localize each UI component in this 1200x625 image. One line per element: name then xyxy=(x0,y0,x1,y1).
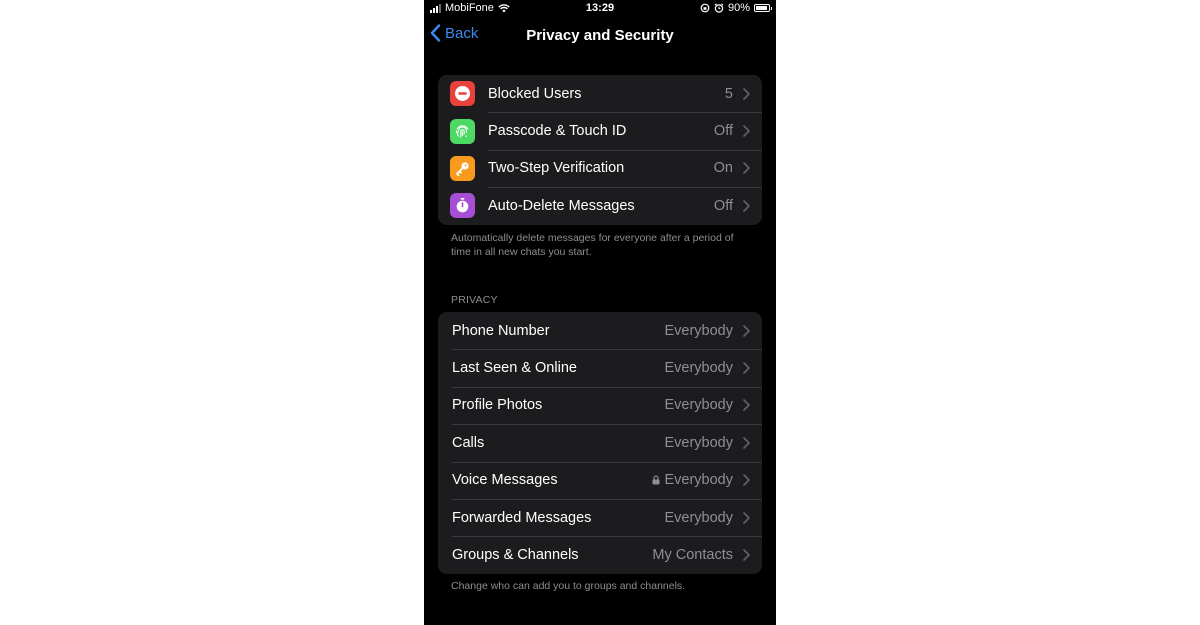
chevron-right-icon xyxy=(743,399,750,412)
row-value: Everybody xyxy=(664,509,733,526)
battery-percent: 90% xyxy=(727,2,750,14)
row-label: Profile Photos xyxy=(452,397,543,414)
chevron-right-icon xyxy=(743,549,750,561)
fingerprint-icon xyxy=(455,125,469,138)
groups-channels-row[interactable]: Groups & Channels My Contacts xyxy=(438,536,762,573)
row-label: Passcode & Touch ID xyxy=(488,123,627,140)
timer-icon xyxy=(456,198,469,213)
row-label: Voice Messages xyxy=(452,472,558,489)
row-value: My Contacts xyxy=(652,547,733,564)
groups-footnote: Change who can add you to groups and cha… xyxy=(451,580,686,592)
row-value: Everybody xyxy=(664,434,733,451)
row-value-locked: Everybody xyxy=(652,462,733,499)
chevron-right-icon xyxy=(743,125,750,137)
phone-screen: MobiFone 13:29 90% Back Privacy and Secu… xyxy=(424,0,776,625)
orientation-lock-icon xyxy=(700,3,710,13)
chevron-right-icon xyxy=(743,324,750,337)
voice-messages-row[interactable]: Voice Messages Everybody xyxy=(438,461,762,499)
row-label: Groups & Channels xyxy=(452,547,579,564)
security-group: Blocked Users 5 Passcode & Touch ID Off xyxy=(438,75,762,225)
alarm-icon xyxy=(714,3,724,13)
row-label: Calls xyxy=(452,434,485,451)
last-seen-row[interactable]: Last Seen & Online Everybody xyxy=(438,349,762,386)
calls-row[interactable]: Calls Everybody xyxy=(438,424,762,461)
auto-delete-footnote: Automatically delete messages for everyo… xyxy=(451,232,734,258)
row-label: Forwarded Messages xyxy=(452,509,592,526)
chevron-right-icon xyxy=(743,437,750,449)
chevron-right-icon xyxy=(743,200,750,212)
auto-delete-row[interactable]: Auto-Delete Messages Off xyxy=(438,187,762,224)
row-value: 5 xyxy=(724,85,733,102)
phone-number-row[interactable]: Phone Number Everybody xyxy=(438,312,762,349)
battery-icon xyxy=(754,4,772,12)
status-right: 90% xyxy=(700,2,772,14)
chevron-right-icon xyxy=(743,162,750,175)
lock-icon xyxy=(652,475,660,485)
chevron-right-icon xyxy=(743,511,750,524)
status-bar: MobiFone 13:29 90% xyxy=(424,0,776,18)
row-value: Off xyxy=(713,123,733,140)
passcode-row[interactable]: Passcode & Touch ID Off xyxy=(438,112,762,149)
row-value: Everybody xyxy=(664,397,733,414)
navigation-bar: Back Privacy and Security xyxy=(424,18,776,54)
row-value: Everybody xyxy=(664,322,733,339)
chevron-right-icon xyxy=(743,474,750,487)
chevron-right-icon xyxy=(743,362,750,374)
row-label: Phone Number xyxy=(452,322,550,339)
row-label: Blocked Users xyxy=(488,85,582,102)
privacy-section-header: PRIVACY xyxy=(451,294,498,306)
row-label: Auto-Delete Messages xyxy=(488,197,635,214)
minus-circle-icon xyxy=(455,86,470,102)
blocked-users-row[interactable]: Blocked Users 5 xyxy=(438,75,762,112)
blocked-users-icon-box xyxy=(450,81,475,107)
page-title: Privacy and Security xyxy=(526,27,674,44)
two-step-icon-box xyxy=(450,155,475,181)
row-value: On xyxy=(713,160,733,177)
key-icon xyxy=(455,162,469,177)
row-value-text: Everybody xyxy=(664,472,733,489)
chevron-right-icon xyxy=(743,87,750,100)
profile-photos-row[interactable]: Profile Photos Everybody xyxy=(438,386,762,424)
row-value: Everybody xyxy=(664,360,733,377)
privacy-group: Phone Number Everybody Last Seen & Onlin… xyxy=(438,312,762,574)
two-step-row[interactable]: Two-Step Verification On xyxy=(438,149,762,187)
battery-fill xyxy=(756,6,767,10)
forwarded-messages-row[interactable]: Forwarded Messages Everybody xyxy=(438,498,762,536)
row-value: Off xyxy=(713,197,733,214)
row-label: Last Seen & Online xyxy=(452,360,577,377)
passcode-icon-box xyxy=(450,118,475,144)
row-label: Two-Step Verification xyxy=(488,160,625,177)
auto-delete-icon-box xyxy=(450,193,475,219)
